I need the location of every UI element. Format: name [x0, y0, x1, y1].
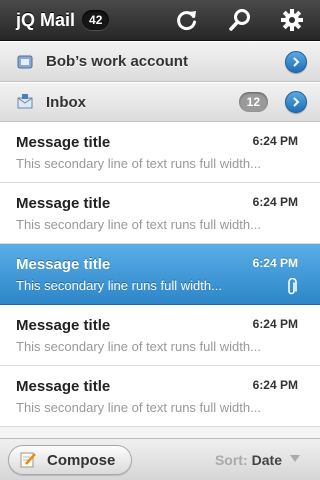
- message-row[interactable]: Message title 6:24 PM This secondary line …: [0, 183, 320, 244]
- inbox-count-badge: 12: [238, 92, 268, 112]
- paperclip-icon: [286, 278, 298, 296]
- compose-label: Compose: [47, 451, 116, 469]
- message-title: Message title: [16, 195, 111, 212]
- account-icon: [16, 53, 34, 71]
- refresh-icon[interactable]: [175, 8, 199, 32]
- message-title: Message title: [16, 256, 111, 273]
- search-icon[interactable]: [228, 8, 252, 32]
- message-preview: This secondary line of text runs full wi…: [16, 156, 261, 171]
- sort-value: Date: [251, 452, 282, 468]
- inbox-label: Inbox: [46, 93, 86, 111]
- app-header: jQ Mail 42: [0, 0, 320, 41]
- app-title: jQ Mail: [16, 9, 76, 30]
- message-preview: This secondary line of text runs full wi…: [16, 400, 261, 415]
- message-time: 6:24 PM: [252, 134, 298, 148]
- chevron-down-icon: [290, 455, 300, 465]
- message-row[interactable]: Message title 6:24 PM This secondary line …: [0, 305, 320, 366]
- account-label: Bob’s work account: [46, 53, 188, 70]
- footer-toolbar: Compose Sort: Date: [0, 438, 320, 480]
- message-preview: This secondary line runs full width...: [16, 278, 222, 293]
- message-time: 6:24 PM: [252, 195, 298, 209]
- inbox-icon: [16, 93, 34, 111]
- message-title: Message title: [16, 317, 111, 334]
- compose-button[interactable]: Compose: [8, 445, 132, 475]
- message-preview: This secondary line of text runs full wi…: [16, 217, 261, 232]
- message-row[interactable]: Message title 6:24 PM This secondary line …: [0, 366, 320, 427]
- gear-icon[interactable]: [280, 8, 304, 32]
- message-time: 6:24 PM: [252, 256, 298, 270]
- message-time: 6:24 PM: [252, 317, 298, 331]
- compose-icon: [19, 451, 37, 469]
- message-title: Message title: [16, 134, 111, 151]
- message-preview: This secondary line of text runs full wi…: [16, 339, 261, 354]
- account-arrow-icon[interactable]: [285, 50, 307, 73]
- unread-count-badge: 42: [82, 10, 110, 30]
- account-row[interactable]: Bob’s work account: [0, 41, 320, 82]
- message-row[interactable]: Message title 6:24 PM This secondary line …: [0, 244, 320, 305]
- message-row[interactable]: Message title 6:24 PM This secondary line …: [0, 122, 320, 183]
- message-time: 6:24 PM: [252, 378, 298, 392]
- sort-label: Sort:: [214, 452, 248, 468]
- message-title: Message title: [16, 378, 111, 395]
- inbox-arrow-icon[interactable]: [285, 91, 307, 113]
- sort-control[interactable]: Sort: Date: [215, 452, 300, 468]
- inbox-row[interactable]: Inbox 12: [0, 82, 320, 122]
